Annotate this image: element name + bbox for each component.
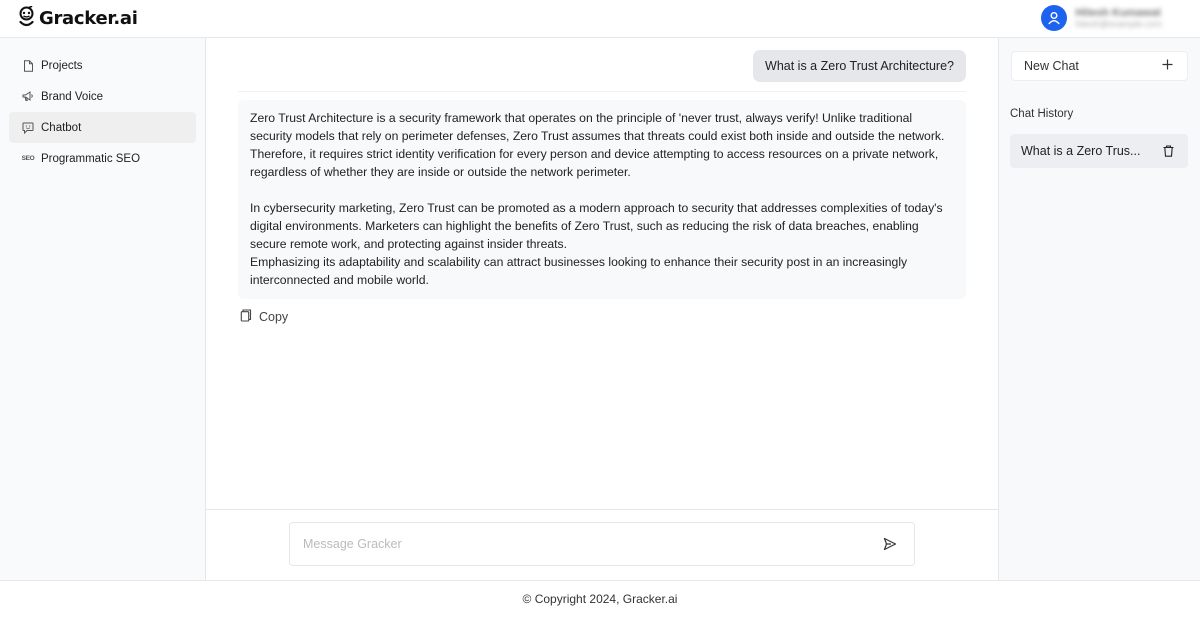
sidebar-item-programmatic-seo[interactable]: SEO Programmatic SEO <box>9 143 196 174</box>
chat-history-title: What is a Zero Trus... <box>1021 144 1141 158</box>
sidebar-item-projects[interactable]: Projects <box>9 50 196 81</box>
send-icon <box>883 537 897 551</box>
sidebar-item-label: Projects <box>41 59 83 72</box>
sidebar-item-chatbot[interactable]: Chatbot <box>9 112 196 143</box>
copy-label: Copy <box>259 310 289 324</box>
chat-history-heading: Chat History <box>1010 108 1074 120</box>
sidebar: Projects Brand Voice Chatbot SEO Program… <box>0 38 206 580</box>
file-icon <box>22 59 34 72</box>
sidebar-item-brand-voice[interactable]: Brand Voice <box>9 81 196 112</box>
answer-paragraph: In cybersecurity marketing, Zero Trust c… <box>250 201 943 287</box>
copy-button[interactable]: Copy <box>240 309 288 325</box>
copyright-text: © Copyright 2024, Gracker.ai <box>522 592 678 606</box>
chat-bubble-icon <box>22 122 34 134</box>
brand-name: Gracker.ai <box>39 8 138 29</box>
gracker-logo-icon <box>18 5 35 31</box>
seo-icon: SEO <box>21 155 35 162</box>
footer: © Copyright 2024, Gracker.ai <box>0 580 1200 617</box>
user-message: What is a Zero Trust Architecture? <box>753 50 966 82</box>
megaphone-icon <box>22 91 34 103</box>
user-email: hitesh@example.com <box>1075 19 1162 29</box>
user-icon <box>1048 12 1061 25</box>
new-chat-button[interactable]: New Chat <box>1011 51 1188 81</box>
chat-area: What is a Zero Trust Architecture? Zero … <box>206 38 998 580</box>
user-name: Hitesh Kumawat <box>1075 7 1161 19</box>
delete-chat-button[interactable] <box>1163 145 1174 157</box>
sidebar-item-label: Programmatic SEO <box>41 152 141 165</box>
chat-history-panel: New Chat Chat History What is a Zero Tru… <box>998 38 1200 580</box>
message-composer <box>289 522 915 566</box>
sidebar-item-label: Brand Voice <box>41 90 104 103</box>
message-input[interactable] <box>303 537 880 551</box>
send-button[interactable] <box>880 534 900 554</box>
avatar[interactable] <box>1041 5 1068 31</box>
logo[interactable]: Gracker.ai <box>18 5 138 31</box>
trash-icon <box>1163 145 1174 157</box>
top-header: Gracker.ai Hitesh Kumawat hitesh@example… <box>0 0 1200 38</box>
plus-icon <box>1162 59 1173 73</box>
composer-divider <box>206 509 998 510</box>
chat-history-item[interactable]: What is a Zero Trus... <box>1010 134 1188 168</box>
answer-paragraph: Zero Trust Architecture is a security fr… <box>250 111 945 179</box>
sidebar-item-label: Chatbot <box>41 121 82 134</box>
message-divider <box>238 91 966 92</box>
user-info: Hitesh Kumawat hitesh@example.com <box>1075 7 1162 29</box>
new-chat-label: New Chat <box>1024 59 1079 73</box>
assistant-message: Zero Trust Architecture is a security fr… <box>238 100 966 299</box>
copy-icon <box>240 309 252 325</box>
user-menu[interactable]: Hitesh Kumawat hitesh@example.com <box>1041 5 1162 31</box>
